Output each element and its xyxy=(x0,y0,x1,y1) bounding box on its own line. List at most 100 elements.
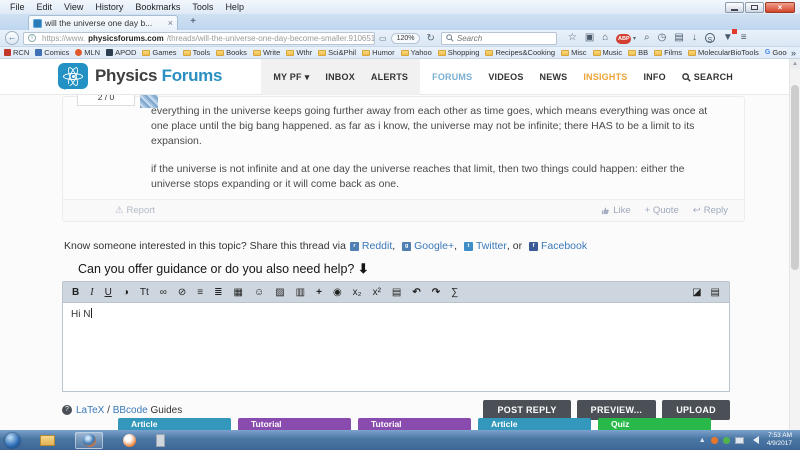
nav-alerts[interactable]: ALERTS xyxy=(371,72,408,82)
smilies-icon[interactable]: ☺ xyxy=(254,282,264,303)
attach-camera-icon[interactable]: ◉ xyxy=(333,282,342,303)
taskbar-clock[interactable]: 7:53 AM 4/9/2017 xyxy=(764,432,795,449)
latex-sigma-icon[interactable]: ∑ xyxy=(451,282,458,303)
menu-file[interactable]: File xyxy=(4,1,31,13)
bbcode-guide-link[interactable]: BBcode xyxy=(113,405,148,416)
bookmark-molecularbiotools[interactable]: MolecularBioTools xyxy=(688,48,759,57)
reload-button[interactable]: ↻ xyxy=(424,33,436,44)
menu-help[interactable]: Help xyxy=(219,1,250,13)
pocket-icon[interactable]: ▼ xyxy=(723,31,733,45)
subscript-icon[interactable]: x₂ xyxy=(353,282,362,303)
remove-formatting-icon[interactable]: ◪ xyxy=(692,282,701,303)
bookmarks-overflow-chevron[interactable]: » xyxy=(787,47,800,59)
bookmark-music[interactable]: Music xyxy=(593,48,623,57)
tray-app-orange-icon[interactable] xyxy=(711,437,718,444)
card-article-0[interactable]: Article xyxy=(118,418,231,430)
report-link[interactable]: ⚠ Report xyxy=(115,205,155,216)
bookmark-games[interactable]: Games xyxy=(142,48,176,57)
insert-link-icon[interactable]: ∞ xyxy=(160,282,167,303)
bold-icon[interactable]: B xyxy=(72,282,79,303)
window-close-button[interactable]: × xyxy=(765,2,795,13)
share-google-link[interactable]: Google+ xyxy=(414,240,454,252)
card-article-3[interactable]: Article xyxy=(478,418,591,430)
quote-link[interactable]: + Quote xyxy=(645,205,679,216)
tray-network-icon[interactable] xyxy=(735,437,744,444)
scroll-up-arrow-icon[interactable]: ▲ xyxy=(790,59,800,69)
window-minimize-button[interactable] xyxy=(725,2,744,13)
nav-news[interactable]: NEWS xyxy=(540,72,568,82)
share-facebook-link[interactable]: Facebook xyxy=(541,240,587,252)
taskbar-media-player-icon[interactable] xyxy=(123,434,136,447)
reader-mode-icon[interactable]: ▭ xyxy=(379,34,387,43)
adblock-icon[interactable]: ABP ▾ xyxy=(616,31,636,46)
nav-insights[interactable]: INSIGHTS xyxy=(583,72,627,82)
site-info-icon[interactable]: i xyxy=(28,34,36,42)
reply-link[interactable]: ↩Reply xyxy=(693,205,728,216)
taskbar-notes-icon[interactable] xyxy=(156,434,165,447)
bookmark-books[interactable]: Books xyxy=(216,48,247,57)
superscript-icon[interactable]: x² xyxy=(373,282,381,303)
url-bar[interactable]: i https://www.physicsforums.com/threads/… xyxy=(23,32,375,45)
bbcode-source-icon[interactable]: ▤ xyxy=(711,282,720,303)
numbered-list-icon[interactable]: ≣ xyxy=(214,282,222,303)
italic-icon[interactable]: I xyxy=(90,282,93,303)
page-tools-icon[interactable]: ▤ xyxy=(674,31,683,45)
quick-search-icon[interactable]: ⌕ xyxy=(644,31,650,45)
bulleted-list-icon[interactable]: ≡ xyxy=(197,282,203,303)
home-icon[interactable]: ⌂ xyxy=(602,31,608,45)
menu-view[interactable]: View xyxy=(58,1,89,13)
bookmark-shopping[interactable]: Shopping xyxy=(438,48,480,57)
post-reply-button[interactable]: POST REPLY xyxy=(483,400,570,420)
insert-code-icon[interactable]: ▤ xyxy=(392,282,401,303)
scrollbar-thumb[interactable] xyxy=(791,85,799,270)
bookmark-apod[interactable]: APOD xyxy=(106,48,136,57)
search-input[interactable] xyxy=(457,34,547,43)
page-scrollbar[interactable]: ▲ xyxy=(789,59,800,430)
menu-tools[interactable]: Tools xyxy=(186,1,219,13)
redo-icon[interactable]: ↷ xyxy=(432,282,440,303)
menu-edit[interactable]: Edit xyxy=(31,1,59,13)
physicsforums-logo[interactable]: Physics Forums xyxy=(58,63,222,89)
nav-videos[interactable]: VIDEOS xyxy=(488,72,523,82)
bookmark-bb[interactable]: BB xyxy=(628,48,648,57)
insert-media-icon[interactable]: ▥ xyxy=(296,282,305,303)
zoom-level-badge[interactable]: 120% xyxy=(391,33,421,44)
font-size-icon[interactable]: Tt xyxy=(140,282,149,303)
taskbar-explorer-icon[interactable] xyxy=(40,435,55,446)
bookmark-sci-phil[interactable]: Sci&Phil xyxy=(318,48,356,57)
bookmark-films[interactable]: Films xyxy=(654,48,682,57)
bookmark-wthr[interactable]: Wthr xyxy=(286,48,312,57)
tray-volume-icon[interactable] xyxy=(749,436,759,444)
bookmark-star-icon[interactable]: ☆ xyxy=(568,31,577,45)
card-tutorial-1[interactable]: Tutorial xyxy=(238,418,351,430)
insert-more-icon[interactable]: + xyxy=(316,282,322,303)
nav-my-pf[interactable]: MY PF▾ xyxy=(273,72,309,83)
preview-button[interactable]: PREVIEW... xyxy=(577,400,657,420)
bookmark-rcn[interactable]: RCN xyxy=(4,48,29,57)
search-box[interactable] xyxy=(441,32,557,45)
underline-icon[interactable]: U xyxy=(105,282,112,303)
bookmark-humor[interactable]: Humor xyxy=(362,48,395,57)
nav-inbox[interactable]: INBOX xyxy=(325,72,355,82)
upload-button[interactable]: UPLOAD xyxy=(662,400,730,420)
share-twitter-link[interactable]: Twitter xyxy=(476,240,507,252)
insert-table-icon[interactable]: ▦ xyxy=(234,282,243,303)
clipboard-icon[interactable]: ▣ xyxy=(585,31,594,45)
menu-bookmarks[interactable]: Bookmarks xyxy=(129,1,186,13)
bookmark-yahoo[interactable]: Yahoo xyxy=(401,48,432,57)
bookmark-tools[interactable]: Tools xyxy=(183,48,211,57)
reply-textarea[interactable]: Hi N xyxy=(62,302,730,392)
history-clock-icon[interactable]: ◷ xyxy=(658,31,667,45)
downloads-icon[interactable]: ↓ xyxy=(692,31,697,45)
tray-expand-icon[interactable]: ▲ xyxy=(699,437,706,444)
text-color-icon[interactable]: ◑ xyxy=(123,282,129,303)
tray-antivirus-icon[interactable] xyxy=(723,437,730,444)
back-button[interactable]: ← xyxy=(5,31,19,45)
bookmark-recipes-cooking[interactable]: Recipes&Cooking xyxy=(485,48,555,57)
undo-icon[interactable]: ↶ xyxy=(412,282,420,303)
unlink-icon[interactable]: ⊘ xyxy=(178,282,186,303)
share-reddit-link[interactable]: Reddit xyxy=(362,240,392,252)
bookmark-comics[interactable]: Comics xyxy=(35,48,69,57)
taskbar-firefox-active[interactable] xyxy=(75,432,103,449)
card-quiz-4[interactable]: Quiz xyxy=(598,418,711,430)
